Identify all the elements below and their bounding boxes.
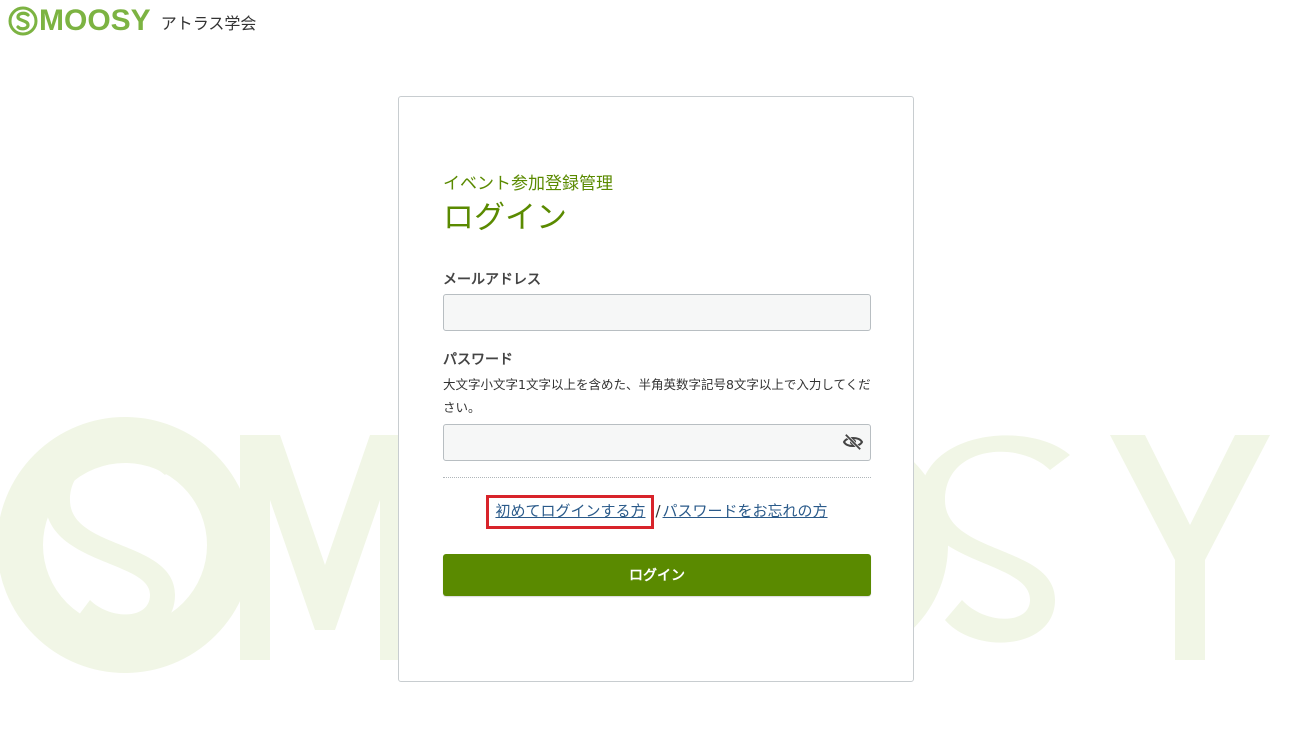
login-card: イベント参加登録管理 ログイン メールアドレス パスワード 大文字小文字1文字以… [398, 96, 914, 682]
email-label: メールアドレス [443, 272, 541, 288]
divider [443, 477, 871, 478]
page-subtitle: イベント参加登録管理 [443, 174, 613, 194]
smoosy-logo[interactable]: MOOSY [8, 6, 151, 36]
login-page: MOOSY アトラス学会 イベント参加登録管理 ログイン メールアドレス パスワ… [0, 0, 1316, 749]
link-separator: / [655, 502, 661, 520]
login-help-links: 初めてログインする方 / パスワードをお忘れの方 [399, 495, 915, 529]
page-title: ログイン [443, 200, 567, 236]
first-login-highlight: 初めてログインする方 [486, 495, 655, 529]
logo-text: MOOSY [39, 4, 151, 37]
organization-name: アトラス学会 [160, 14, 257, 33]
smiley-s-icon [8, 6, 38, 36]
password-label: パスワード [443, 352, 513, 368]
password-field[interactable] [443, 424, 871, 461]
eye-slash-icon[interactable] [842, 433, 864, 451]
header: MOOSY アトラス学会 [8, 5, 256, 37]
login-button[interactable]: ログイン [443, 554, 871, 596]
forgot-password-link[interactable]: パスワードをお忘れの方 [663, 502, 828, 520]
first-login-link[interactable]: 初めてログインする方 [495, 502, 645, 520]
password-hint: 大文字小文字1文字以上を含めた、半角英数字記号8文字以上で入力してください。 [443, 377, 871, 415]
email-field[interactable] [443, 294, 871, 331]
